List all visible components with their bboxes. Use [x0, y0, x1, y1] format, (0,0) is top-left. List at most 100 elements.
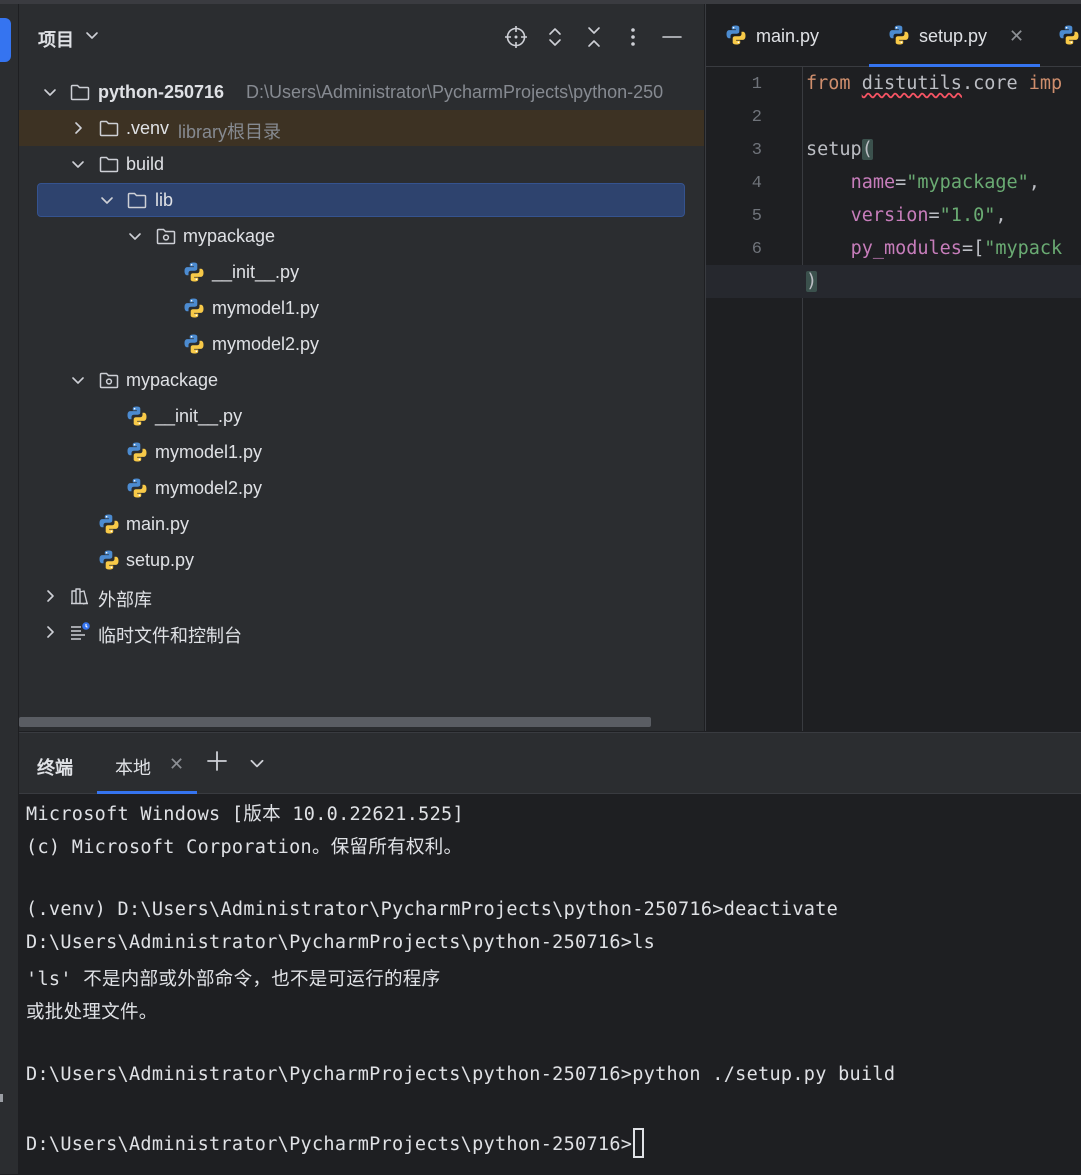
add-terminal-icon[interactable] [205, 749, 229, 773]
python-file-icon [183, 297, 205, 319]
project-panel-header: 项目 [19, 4, 704, 70]
tree-item-build[interactable]: build [19, 146, 704, 182]
chevron-down-icon[interactable] [69, 371, 87, 389]
close-icon[interactable]: ✕ [169, 754, 184, 775]
editor-tabs: main.py setup.py ✕ [706, 4, 1081, 67]
terminal-panel: 终端 本地 ✕ Microsoft Windows [版本 10.0.22621… [19, 732, 1081, 1175]
gutter-divider [802, 66, 803, 731]
current-line-highlight [706, 265, 1081, 298]
tree-item-external-libraries[interactable]: 外部库 [19, 578, 704, 614]
tree-item-label: mypackage [183, 226, 276, 246]
tree-item-label: python-250716 [98, 82, 225, 102]
code-line: setup( [806, 139, 873, 160]
terminal-line: Microsoft Windows [版本 10.0.22621.525] [26, 804, 464, 825]
scratches-icon [69, 621, 91, 643]
active-tab-indicator [97, 791, 197, 794]
tree-item-venv[interactable]: .venv library根目录 [19, 110, 704, 146]
terminal-title: 终端 [37, 758, 73, 778]
folder-icon [69, 81, 91, 103]
tree-item-main-py[interactable]: main.py [19, 506, 704, 542]
terminal-header: 终端 本地 ✕ [19, 733, 1081, 794]
project-panel-title[interactable]: 项目 [38, 26, 74, 52]
more-options-icon[interactable] [620, 24, 646, 50]
python-file-icon [183, 333, 205, 355]
code-line: name="mypackage", [850, 172, 1040, 193]
tree-item-file[interactable]: mymodel1.py [19, 434, 704, 470]
tree-item-label: __init__.py [212, 262, 300, 282]
tab-setup-py[interactable]: setup.py ✕ [869, 4, 1040, 67]
tab-local-terminal[interactable]: 本地 ✕ [97, 733, 197, 794]
code-line: py_modules=["mypack [850, 238, 1063, 259]
chevron-down-icon[interactable] [69, 155, 87, 173]
tree-item-label: mymodel1.py [212, 298, 320, 318]
tree-item-label: main.py [126, 514, 190, 534]
project-tool-button[interactable] [0, 18, 11, 62]
tree-item-label: mypackage [126, 370, 219, 390]
folder-icon [98, 153, 120, 175]
chevron-down-icon[interactable] [41, 83, 59, 101]
python-file-icon [126, 441, 148, 463]
tree-item-file[interactable]: __init__.py [19, 398, 704, 434]
code-line: from distutils.core imp [806, 73, 1063, 94]
line-number: 5 [751, 207, 762, 226]
tree-item-hint: library根目录 [178, 122, 282, 142]
line-number: 2 [751, 108, 762, 127]
terminal-line: D:\Users\Administrator\PycharmProjects\p… [26, 932, 656, 953]
editor-panel: main.py setup.py ✕ 1 2 3 4 5 6 7 from di… [705, 4, 1081, 731]
terminal-line: D:\Users\Administrator\PycharmProjects\p… [26, 1064, 896, 1085]
tab-main-py[interactable]: main.py [706, 4, 866, 66]
chevron-right-icon[interactable] [41, 587, 59, 605]
close-icon[interactable]: ✕ [1009, 26, 1024, 47]
code-line: ) [806, 271, 818, 292]
terminal-prompt: D:\Users\Administrator\PycharmProjects\p… [26, 1134, 633, 1155]
tree-item-label: mymodel1.py [155, 442, 263, 462]
hide-panel-icon[interactable] [659, 24, 685, 50]
tree-item-label: mymodel2.py [212, 334, 320, 354]
python-file-icon [98, 549, 120, 571]
terminal-line: 'ls' 不是内部或外部命令，也不是可运行的程序 [26, 969, 441, 990]
python-file-icon [126, 405, 148, 427]
python-file-icon [126, 477, 148, 499]
chevron-down-icon[interactable] [247, 753, 267, 773]
tree-item-label: 临时文件和控制台 [98, 626, 242, 646]
terminal-prompt-line[interactable]: D:\Users\Administrator\PycharmProjects\p… [26, 1128, 645, 1160]
line-number-gutter: 1 2 3 4 5 6 7 [706, 66, 802, 731]
chevron-down-icon[interactable] [98, 191, 116, 209]
tree-item-file[interactable]: mymodel1.py [19, 290, 704, 326]
tree-item-setup-py[interactable]: setup.py [19, 542, 704, 578]
collapse-all-icon[interactable] [581, 24, 607, 50]
tab-label: main.py [756, 26, 820, 46]
line-number: 6 [751, 240, 762, 259]
strip-indicator [0, 1094, 3, 1102]
tree-item-project-root[interactable]: python-250716 D:\Users\Administrator\Pyc… [19, 74, 704, 110]
tab-label: 本地 [115, 758, 151, 778]
python-file-icon [183, 261, 205, 283]
terminal-line: (c) Microsoft Corporation。保留所有权利。 [26, 837, 463, 858]
chevron-right-icon[interactable] [69, 119, 87, 137]
tool-window-strip [0, 4, 19, 1174]
chevron-right-icon[interactable] [41, 623, 59, 641]
horizontal-scrollbar[interactable] [19, 717, 651, 727]
tree-item-file[interactable]: mymodel2.py [19, 470, 704, 506]
tree-item-mypackage[interactable]: mypackage [19, 362, 704, 398]
locate-icon[interactable] [503, 24, 529, 50]
tab-overflow[interactable] [1056, 4, 1081, 66]
package-icon [155, 225, 177, 247]
code-area[interactable]: from distutils.core imp setup( name="myp… [706, 66, 1081, 731]
tree-item-file[interactable]: __init__.py [19, 254, 704, 290]
expand-all-icon[interactable] [542, 24, 568, 50]
line-number: 1 [751, 75, 762, 94]
tree-item-lib[interactable]: lib [19, 182, 704, 218]
tree-item-scratches[interactable]: 临时文件和控制台 [19, 614, 704, 650]
tree-item-label: lib [155, 190, 174, 210]
project-panel: 项目 python-250716 D:\Users\Administrator\… [19, 4, 704, 731]
tree-item-file[interactable]: mymodel2.py [19, 326, 704, 362]
chevron-down-icon[interactable] [83, 26, 101, 44]
python-file-icon [1058, 24, 1080, 46]
chevron-down-icon[interactable] [126, 227, 144, 245]
folder-icon [126, 189, 148, 211]
tree-item-label: .venv [126, 118, 170, 138]
tree-item-mypackage-build[interactable]: mypackage [19, 218, 704, 254]
python-file-icon [888, 24, 910, 46]
tree-item-label: build [126, 154, 165, 174]
